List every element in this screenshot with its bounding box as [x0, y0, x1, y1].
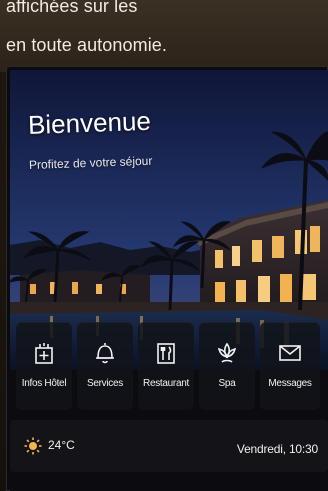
fork-knife-icon: [153, 340, 179, 366]
date-time: Vendredi, 10:30: [236, 442, 318, 456]
hotel-info-icon: [31, 340, 57, 366]
temperature-readout: 24°C: [48, 438, 75, 452]
welcome-title: Bienvenue: [27, 105, 152, 140]
tile-hotel-info-label: Infos Hôtel: [21, 378, 67, 389]
tile-spa-label: Spa: [218, 378, 236, 389]
tile-messages-label: Messages: [268, 378, 312, 389]
caption-line-1: affichées sur les: [6, 0, 138, 16]
tile-restaurant-label: Restaurant: [143, 378, 189, 389]
tile-services-label: Services: [87, 378, 123, 389]
tv-frame: Bienvenue Profitez de votre séjour Infos…: [6, 66, 328, 491]
tile-hotel-info[interactable]: Infos Hôtel: [16, 322, 72, 410]
caption-band: affichées sur les en toute autonomie.: [0, 0, 328, 72]
tv-screen: Bienvenue Profitez de votre séjour Infos…: [10, 70, 328, 491]
sun-icon: [24, 437, 42, 455]
lotus-icon: [214, 340, 240, 366]
tile-spa[interactable]: Spa: [199, 322, 255, 410]
bell-icon: [92, 340, 118, 366]
status-bar: 24°C Vendredi, 10:30: [10, 420, 328, 472]
caption-line-2: en toute autonomie.: [6, 35, 168, 55]
tile-restaurant[interactable]: Restaurant: [138, 322, 194, 410]
tile-services[interactable]: Services: [77, 322, 133, 410]
tile-messages[interactable]: Messages: [260, 322, 320, 410]
services-menu: Infos Hôtel Services Restaurant Spa Mess…: [10, 322, 328, 414]
photo-stage: affichées sur les en toute autonomie. Bi…: [0, 0, 328, 491]
envelope-icon: [277, 340, 303, 366]
